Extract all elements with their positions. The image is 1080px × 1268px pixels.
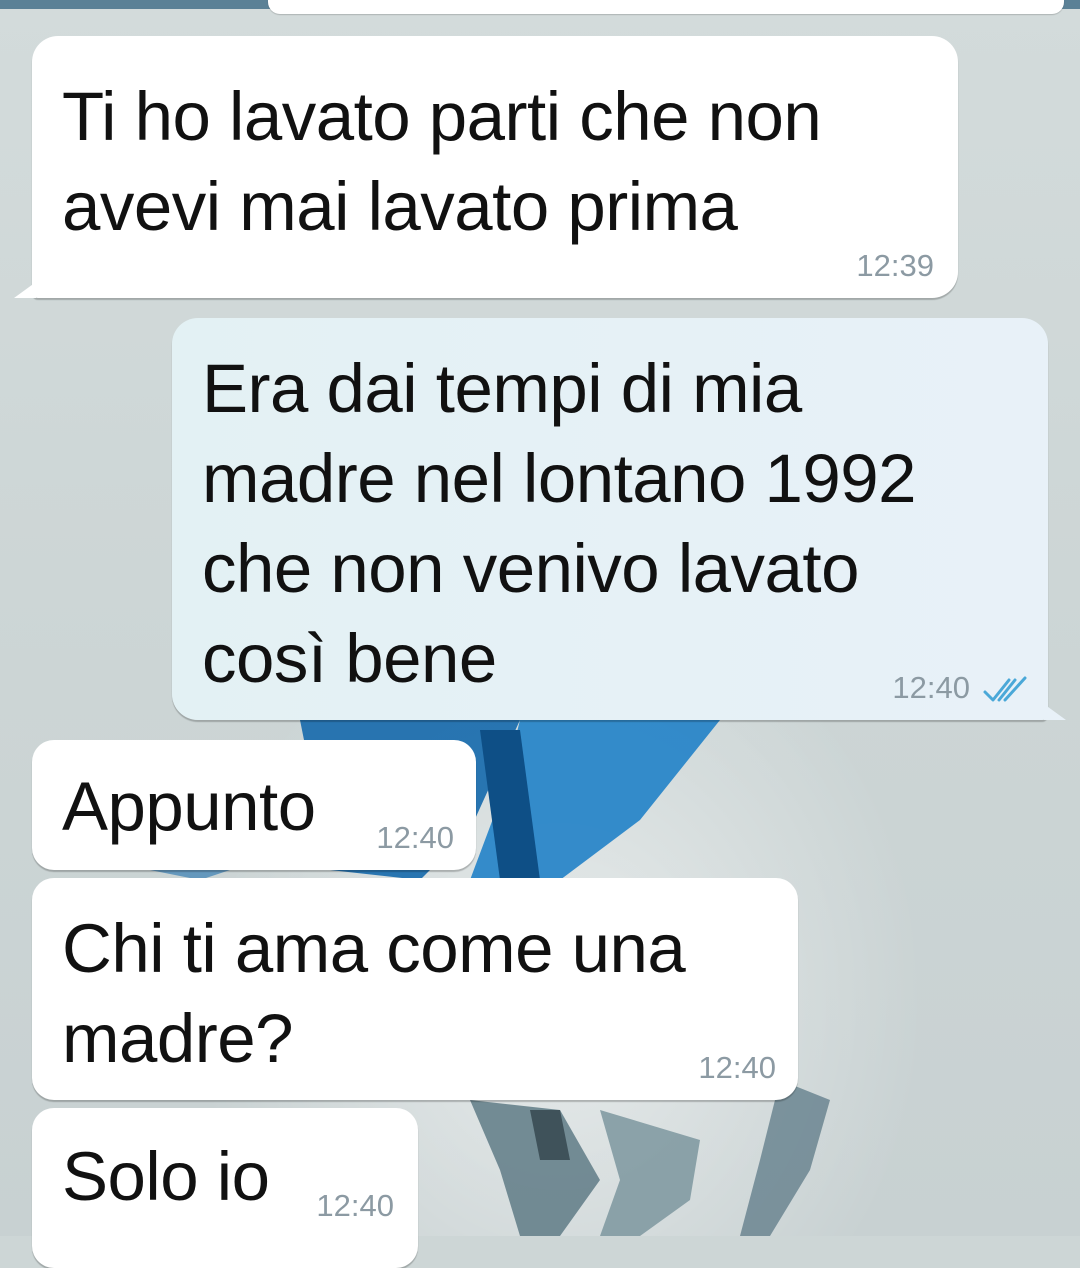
message-text: Chi ti ama come una madre? — [62, 910, 686, 1077]
incoming-message-bubble[interactable]: Ti ho lavato parti che non avevi mai lav… — [14, 36, 958, 298]
message-timestamp: 12:40 — [316, 1188, 394, 1223]
bubble-tail — [1044, 704, 1066, 720]
incoming-message-bubble[interactable]: Chi ti ama come una madre? 12:40 — [32, 878, 798, 1100]
previous-bubble-bottom — [268, 0, 1064, 14]
outgoing-message-bubble[interactable]: Era dai tempi di mia madre nel lontano 1… — [172, 318, 1066, 720]
message-timestamp: 12:40 — [892, 670, 970, 705]
message-text: Solo io — [62, 1138, 270, 1215]
message-text: Appunto — [62, 768, 316, 845]
message-timestamp: 12:40 — [698, 1050, 776, 1085]
message-timestamp: 12:39 — [856, 248, 934, 283]
message-timestamp: 12:40 — [376, 820, 454, 855]
incoming-message-bubble[interactable]: Appunto 12:40 — [32, 740, 476, 870]
incoming-message-bubble[interactable]: Solo io 12:40 — [32, 1108, 418, 1268]
bubble-tail — [14, 282, 36, 298]
message-text: Era dai tempi di mia madre nel lontano 1… — [202, 350, 917, 697]
double-check-icon — [983, 676, 1027, 702]
message-text: Ti ho lavato parti che non avevi mai lav… — [62, 78, 822, 245]
previous-message-edge — [0, 0, 1080, 14]
